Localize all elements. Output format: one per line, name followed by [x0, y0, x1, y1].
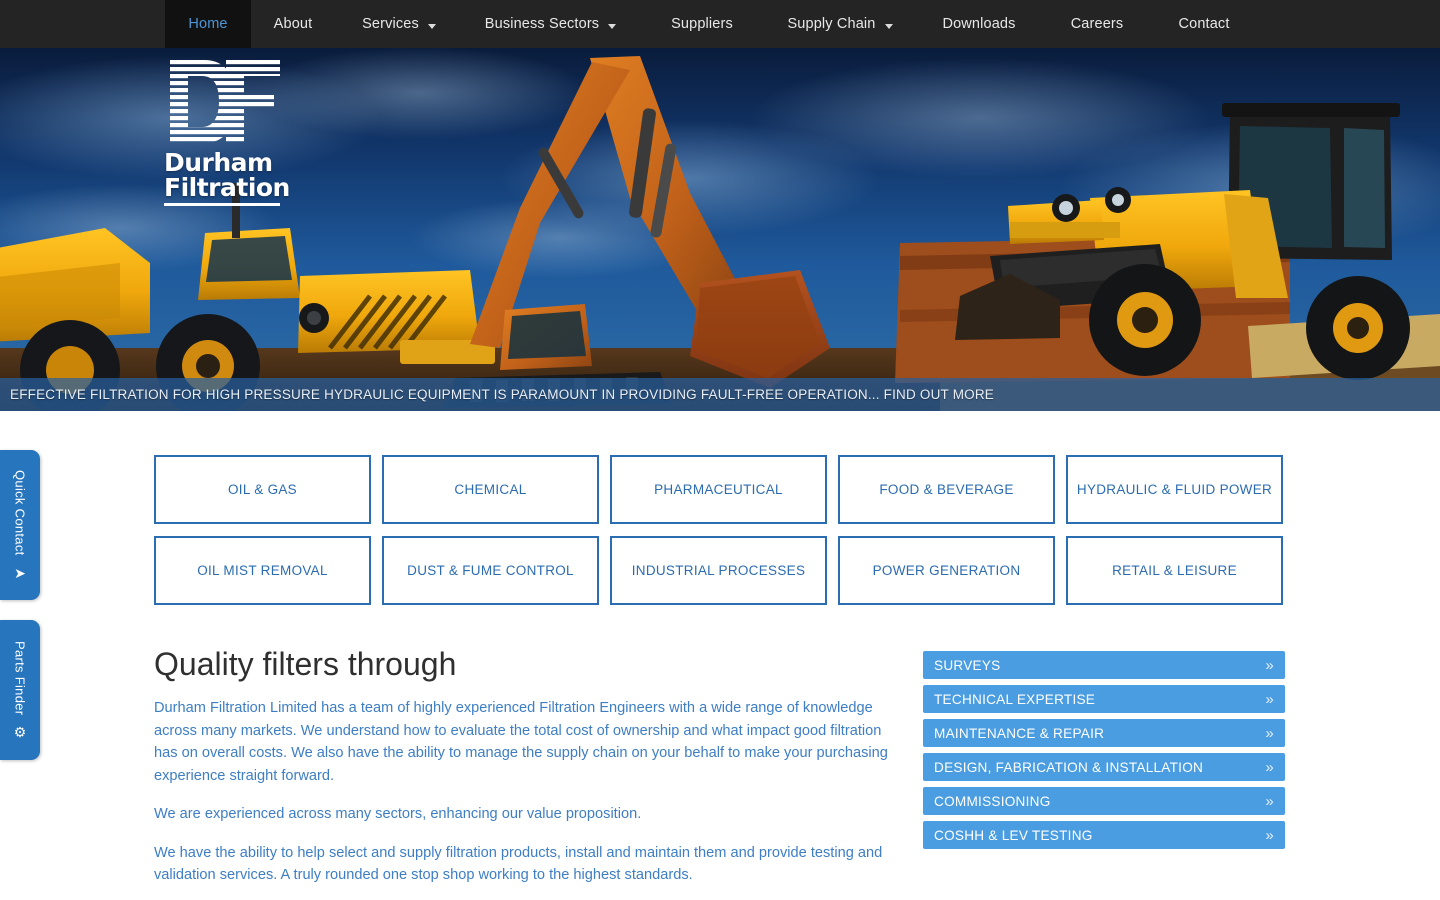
nav-item-about[interactable]: About: [251, 0, 335, 48]
services-button-list: SURVEYS » TECHNICAL EXPERTISE » MAINTENA…: [923, 651, 1285, 849]
service-label: SURVEYS: [934, 657, 1001, 673]
sector-label: DUST & FUME CONTROL: [407, 563, 574, 578]
service-button-commissioning[interactable]: COMMISSIONING »: [923, 787, 1285, 815]
gear-icon: ⚙: [13, 724, 27, 741]
nav-item-suppliers[interactable]: Suppliers: [638, 0, 766, 48]
chevron-down-icon: [884, 23, 893, 29]
sector-box-industrial-processes[interactable]: INDUSTRIAL PROCESSES: [610, 536, 827, 605]
side-tab-label-quick-contact: Quick Contact: [12, 470, 28, 556]
sector-label: POWER GENERATION: [872, 563, 1021, 578]
logo-monogram-df: [164, 58, 282, 146]
logo-underline: [164, 203, 280, 206]
sector-box-dust-fume-control[interactable]: DUST & FUME CONTROL: [382, 536, 599, 605]
nav-item-home[interactable]: Home: [165, 0, 251, 48]
page-title: Quality filters through: [154, 646, 457, 682]
nav-label-home: Home: [188, 16, 228, 32]
service-label: COSHH & LEV TESTING: [934, 827, 1093, 843]
service-button-coshh-lev-testing[interactable]: COSHH & LEV TESTING »: [923, 821, 1285, 849]
hero-caption-text[interactable]: EFFECTIVE FILTRATION FOR HIGH PRESSURE H…: [0, 387, 994, 402]
sector-label: PHARMACEUTICAL: [654, 482, 783, 497]
service-button-maintenance-repair[interactable]: MAINTENANCE & REPAIR »: [923, 719, 1285, 747]
sector-box-chemical[interactable]: CHEMICAL: [382, 455, 599, 524]
service-button-technical-expertise[interactable]: TECHNICAL EXPERTISE »: [923, 685, 1285, 713]
intro-paragraph-1: Durham Filtration Limited has a team of …: [154, 700, 888, 784]
sector-label: INDUSTRIAL PROCESSES: [631, 563, 806, 578]
intro-paragraph-2: We are experienced across many sectors, …: [154, 806, 642, 822]
nav-label-suppliers: Suppliers: [671, 16, 733, 32]
nav-item-downloads[interactable]: Downloads: [914, 0, 1044, 48]
sector-label: FOOD & BEVERAGE: [879, 482, 1014, 497]
hero-banner: Durham Filtration EFFECTIVE FILTRATION F…: [0, 48, 1440, 411]
double-chevron-right-icon: »: [1265, 724, 1274, 742]
double-chevron-right-icon: »: [1265, 690, 1274, 708]
sector-label: OIL & GAS: [228, 482, 297, 497]
sector-box-retail-leisure[interactable]: RETAIL & LEISURE: [1066, 536, 1283, 605]
service-label: TECHNICAL EXPERTISE: [934, 691, 1096, 707]
chevron-down-icon: [427, 23, 436, 29]
df-monogram-icon: [170, 60, 280, 143]
sector-label: CHEMICAL: [454, 482, 527, 497]
nav-item-careers[interactable]: Careers: [1044, 0, 1150, 48]
sector-box-pharmaceutical[interactable]: PHARMACEUTICAL: [610, 455, 827, 524]
main-content: Quality filters through Durham Filtratio…: [154, 645, 889, 900]
hero-caption-bar[interactable]: EFFECTIVE FILTRATION FOR HIGH PRESSURE H…: [0, 378, 1440, 411]
nav-item-services[interactable]: Services: [335, 0, 463, 48]
service-button-surveys[interactable]: SURVEYS »: [923, 651, 1285, 679]
side-tab-group: Quick Contact ➤ Parts Finder ⚙: [0, 450, 42, 760]
sector-label: RETAIL & LEISURE: [1112, 563, 1237, 578]
nav-item-contact[interactable]: Contact: [1150, 0, 1258, 48]
side-tab-parts-finder[interactable]: Parts Finder ⚙: [0, 620, 40, 760]
nav-label-careers: Careers: [1070, 16, 1124, 32]
nav-item-list: Home About Services Business Sectors Sup…: [165, 0, 1258, 48]
business-sector-grid: OIL & GAS CHEMICAL PHARMACEUTICAL FOOD &…: [154, 455, 1286, 605]
sector-label: HYDRAULIC & FLUID POWER: [1076, 482, 1273, 497]
sector-box-hydraulic-fluid-power[interactable]: HYDRAULIC & FLUID POWER: [1066, 455, 1283, 524]
paper-plane-icon: ➤: [14, 564, 26, 581]
nav-left-spacer: [0, 0, 165, 48]
sector-box-oil-gas[interactable]: OIL & GAS: [154, 455, 371, 524]
double-chevron-right-icon: »: [1265, 826, 1274, 844]
side-tab-quick-contact[interactable]: Quick Contact ➤: [0, 450, 40, 600]
side-tab-label-parts-finder: Parts Finder: [12, 640, 28, 716]
page-root: Home About Services Business Sectors Sup…: [0, 0, 1440, 900]
nav-label-supply-chain: Supply Chain: [787, 16, 876, 32]
nav-item-supply-chain[interactable]: Supply Chain: [766, 0, 914, 48]
nav-label-business-sectors: Business Sectors: [484, 16, 600, 32]
service-label: MAINTENANCE & REPAIR: [934, 725, 1105, 741]
logo-wordmark: Durham Filtration: [164, 150, 290, 202]
site-logo[interactable]: Durham Filtration: [164, 58, 290, 206]
sector-label: OIL MIST REMOVAL: [197, 563, 328, 578]
intro-paragraph-3: We have the ability to help select and s…: [154, 844, 883, 884]
service-label: COMMISSIONING: [934, 793, 1051, 809]
nav-label-downloads: Downloads: [942, 16, 1016, 32]
double-chevron-right-icon: »: [1265, 656, 1274, 674]
nav-label-contact: Contact: [1178, 16, 1230, 32]
nav-item-business-sectors[interactable]: Business Sectors: [463, 0, 638, 48]
sector-box-food-beverage[interactable]: FOOD & BEVERAGE: [838, 455, 1055, 524]
sector-box-oil-mist-removal[interactable]: OIL MIST REMOVAL: [154, 536, 371, 605]
main-navigation: Home About Services Business Sectors Sup…: [0, 0, 1440, 48]
nav-label-about: About: [273, 16, 313, 32]
nav-label-services: Services: [362, 16, 419, 32]
double-chevron-right-icon: »: [1265, 758, 1274, 776]
sector-box-power-generation[interactable]: POWER GENERATION: [838, 536, 1055, 605]
logo-line-2: Filtration: [164, 173, 290, 202]
service-label: DESIGN, FABRICATION & INSTALLATION: [934, 759, 1204, 775]
chevron-down-icon: [608, 23, 617, 29]
double-chevron-right-icon: »: [1265, 792, 1274, 810]
service-button-design-fabrication-installation[interactable]: DESIGN, FABRICATION & INSTALLATION »: [923, 753, 1285, 781]
